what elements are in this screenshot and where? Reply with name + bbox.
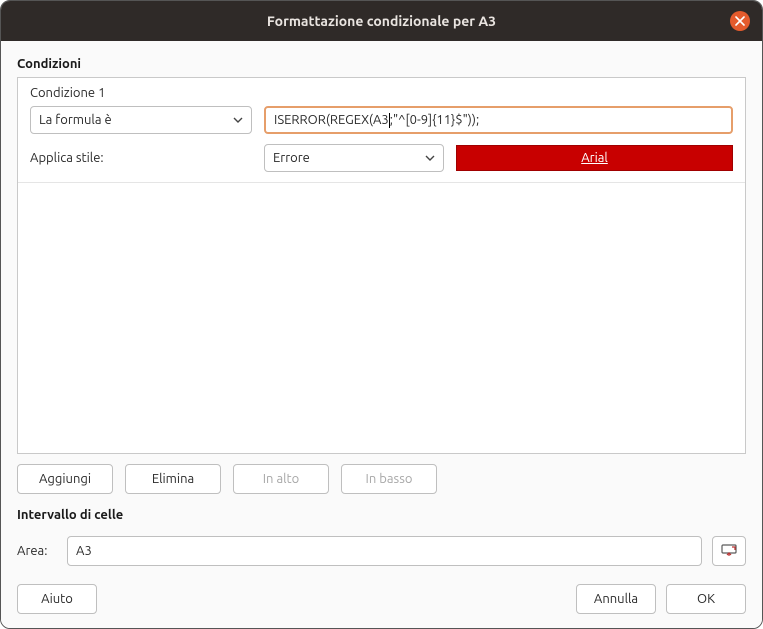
apply-style-label: Applica stile:	[30, 151, 252, 165]
ok-button-label: OK	[697, 592, 715, 606]
style-value: Errore	[273, 151, 425, 165]
area-row: Area: A3	[17, 536, 746, 566]
chevron-down-icon	[233, 115, 243, 125]
help-button[interactable]: Aiuto	[17, 584, 97, 614]
range-section-label: Intervallo di celle	[17, 508, 746, 522]
area-label: Area:	[17, 544, 57, 558]
titlebar: Formattazione condizionale per A3	[1, 1, 762, 41]
down-button-label: In basso	[366, 472, 413, 486]
condition-type-row: La formula è ISERROR(REGEX(A3;"^[0-9]{11…	[30, 106, 733, 134]
conditions-list: Condizione 1 La formula è ISERROR(REGEX(…	[17, 77, 746, 454]
conditions-section-label: Condizioni	[17, 57, 746, 71]
apply-style-row: Applica stile: Errore Arial	[30, 144, 733, 172]
dialog-content: Condizioni Condizione 1 La formula è ISE…	[1, 41, 762, 628]
conditions-empty-area[interactable]	[18, 183, 745, 453]
ok-button[interactable]: OK	[666, 584, 746, 614]
add-button[interactable]: Aggiungi	[17, 464, 113, 494]
condition-type-dropdown[interactable]: La formula è	[30, 106, 252, 134]
cancel-button-label: Annulla	[594, 592, 638, 606]
area-input[interactable]: A3	[67, 536, 702, 566]
delete-button[interactable]: Elimina	[125, 464, 221, 494]
up-button-label: In alto	[263, 472, 300, 486]
add-button-label: Aggiungi	[39, 472, 91, 486]
down-button: In basso	[341, 464, 437, 494]
delete-button-label: Elimina	[152, 472, 194, 486]
close-icon	[735, 16, 745, 26]
dialog-footer: Aiuto Annulla OK	[17, 584, 746, 614]
chevron-down-icon	[425, 153, 435, 163]
shrink-icon	[721, 544, 737, 558]
formula-input[interactable]: ISERROR(REGEX(A3;"^[0-9]{11}$"));	[264, 106, 733, 134]
area-value: A3	[76, 544, 92, 558]
style-preview-text: Arial	[581, 151, 608, 165]
formula-text-before: ISERROR(REGEX(A3	[274, 113, 389, 127]
footer-spacer	[107, 584, 566, 614]
cancel-button[interactable]: Annulla	[576, 584, 656, 614]
condition-type-value: La formula è	[39, 113, 233, 127]
help-button-label: Aiuto	[41, 592, 73, 606]
condition-buttons: Aggiungi Elimina In alto In basso	[17, 464, 746, 494]
up-button: In alto	[233, 464, 329, 494]
close-button[interactable]	[730, 11, 750, 31]
formula-text-after: ;"^[0-9]{11}$"));	[390, 113, 479, 127]
condition-title: Condizione 1	[30, 86, 733, 100]
dialog-window: Formattazione condizionale per A3 Condiz…	[0, 0, 763, 629]
condition-item[interactable]: Condizione 1 La formula è ISERROR(REGEX(…	[18, 78, 745, 183]
style-preview: Arial	[456, 145, 733, 171]
style-dropdown[interactable]: Errore	[264, 144, 444, 172]
shrink-reference-button[interactable]	[712, 536, 746, 566]
window-title: Formattazione condizionale per A3	[267, 13, 496, 29]
